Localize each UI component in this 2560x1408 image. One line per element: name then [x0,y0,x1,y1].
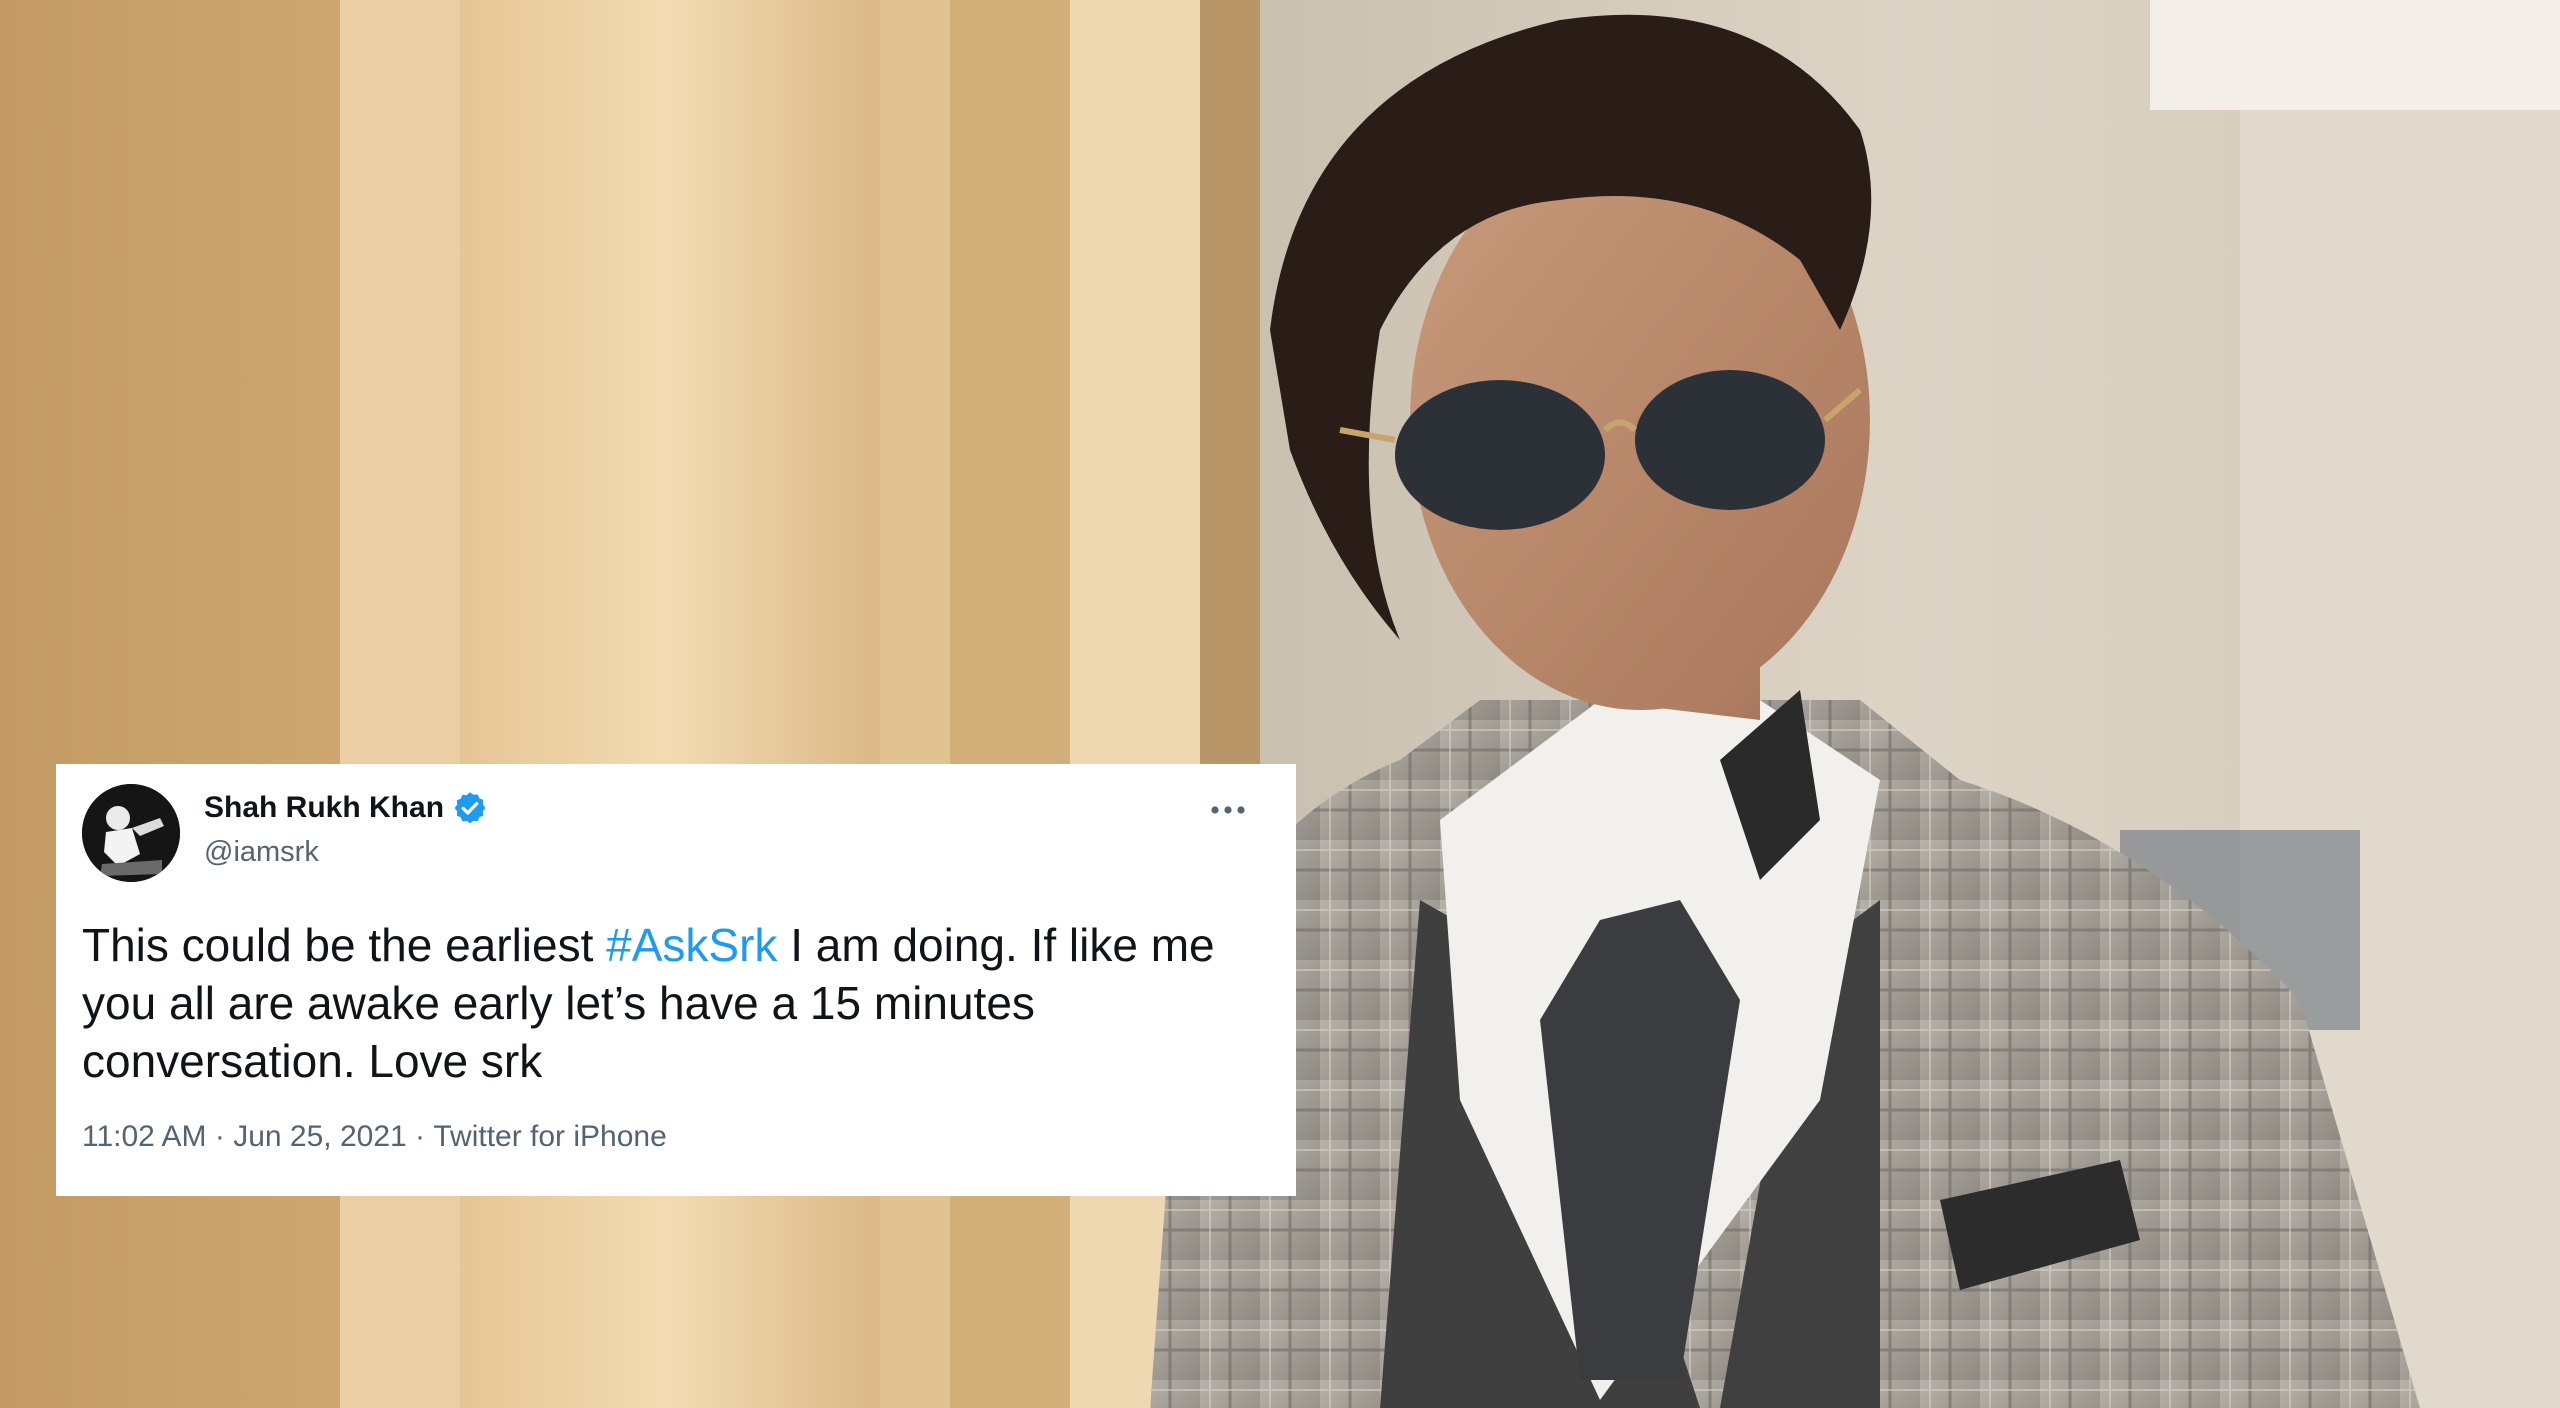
hashtag-link[interactable]: #AskSrk [606,919,777,971]
tweet-text: This could be the earliest #AskSrk I am … [82,916,1262,1090]
more-options-button[interactable] [1200,790,1256,830]
verified-badge-icon [452,790,488,826]
author-name-row: Shah Rukh Khan [204,790,488,826]
more-options-icon [1211,806,1245,814]
tweet-date[interactable]: Jun 25, 2021 [233,1120,406,1154]
avatar[interactable] [82,784,180,882]
author-display-name[interactable]: Shah Rukh Khan [204,791,444,825]
background-photo [0,0,2560,1408]
meme-canvas: Shah Rukh Khan @iamsrk This could be the… [0,0,2560,1408]
author-handle[interactable]: @iamsrk [204,836,319,869]
tweet-time[interactable]: 11:02 AM [82,1120,207,1154]
meta-separator: · [406,1120,434,1153]
meta-separator: · [206,1120,234,1153]
tweet-meta: 11:02 AM · Jun 25, 2021 · Twitter for iP… [82,1120,667,1154]
tweet-text-before: This could be the earliest [82,919,607,971]
tweet-card[interactable]: Shah Rukh Khan @iamsrk This could be the… [56,764,1296,1196]
tweet-source[interactable]: Twitter for iPhone [433,1120,666,1154]
